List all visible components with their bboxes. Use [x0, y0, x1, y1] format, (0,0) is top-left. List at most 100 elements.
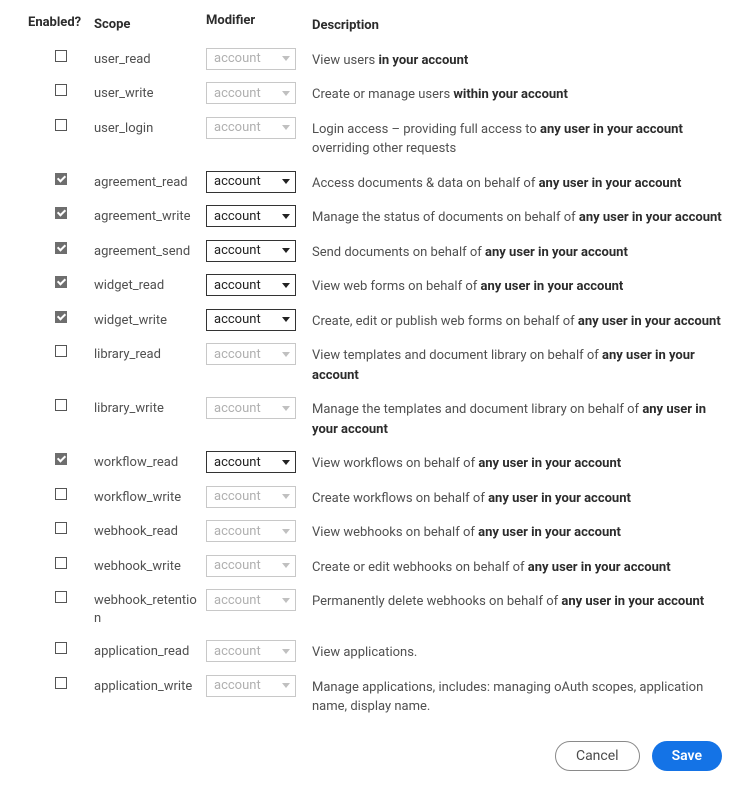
table-row: agreement_readaccountAccess documents & …: [28, 165, 722, 200]
modifier-cell: account: [206, 48, 312, 70]
cancel-button[interactable]: Cancel: [555, 741, 640, 771]
modifier-select: account: [206, 486, 296, 508]
description-text: Manage the status of documents on behalf…: [312, 210, 579, 225]
modifier-select[interactable]: account: [206, 205, 296, 227]
enabled-checkbox[interactable]: [55, 345, 67, 357]
scope-cell: user_write: [94, 82, 206, 103]
table-header-row: Enabled? Scope Modifier Description: [28, 10, 722, 42]
description-bold: any user in your account: [488, 491, 631, 506]
modifier-select: account: [206, 520, 296, 542]
header-description: Description: [312, 13, 722, 36]
scope-cell: user_read: [94, 48, 206, 69]
table-row: workflow_writeaccountCreate workflows on…: [28, 480, 722, 515]
table-row: application_readaccountView applications…: [28, 634, 722, 669]
modifier-select-value: account: [214, 678, 261, 693]
enabled-cell: [28, 555, 94, 569]
enabled-cell: [28, 520, 94, 534]
table-row: library_readaccountView templates and do…: [28, 337, 722, 391]
modifier-select[interactable]: account: [206, 240, 296, 262]
modifier-select[interactable]: account: [206, 274, 296, 296]
enabled-checkbox[interactable]: [55, 242, 67, 254]
modifier-cell: account: [206, 555, 312, 577]
description-text: Send documents on behalf of: [312, 245, 485, 260]
enabled-cell: [28, 240, 94, 254]
modifier-select-value: account: [214, 86, 261, 101]
enabled-cell: [28, 274, 94, 288]
enabled-checkbox[interactable]: [55, 119, 67, 131]
description-text: Create, edit or publish web forms on beh…: [312, 314, 578, 329]
enabled-checkbox[interactable]: [55, 207, 67, 219]
modifier-select[interactable]: account: [206, 451, 296, 473]
chevron-down-icon: [282, 179, 290, 184]
modifier-select[interactable]: account: [206, 309, 296, 331]
description-bold: any user in your account: [528, 560, 671, 575]
enabled-checkbox[interactable]: [55, 557, 67, 569]
enabled-cell: [28, 675, 94, 689]
modifier-select-value: account: [214, 51, 261, 66]
chevron-down-icon: [282, 563, 290, 568]
description-bold: any user in your account: [539, 176, 682, 191]
enabled-checkbox[interactable]: [55, 522, 67, 534]
chevron-down-icon: [282, 56, 290, 61]
chevron-down-icon: [282, 683, 290, 688]
enabled-checkbox[interactable]: [55, 173, 67, 185]
enabled-checkbox[interactable]: [55, 488, 67, 500]
table-row: webhook_readaccountView webhooks on beha…: [28, 514, 722, 549]
modifier-select: account: [206, 343, 296, 365]
table-row: webhook_writeaccountCreate or edit webho…: [28, 549, 722, 584]
enabled-checkbox[interactable]: [55, 642, 67, 654]
scope-cell: agreement_write: [94, 205, 206, 226]
chevron-down-icon: [282, 214, 290, 219]
chevron-down-icon: [282, 494, 290, 499]
modifier-cell: account: [206, 451, 312, 473]
description-text: Access documents & data on behalf of: [312, 176, 539, 191]
enabled-checkbox[interactable]: [55, 591, 67, 603]
modifier-cell: account: [206, 205, 312, 227]
scope-cell: widget_write: [94, 309, 206, 330]
description-bold: any user in your account: [481, 279, 624, 294]
chevron-down-icon: [282, 649, 290, 654]
scope-cell: workflow_read: [94, 451, 206, 472]
save-button[interactable]: Save: [652, 741, 722, 771]
description-text: Create or manage users: [312, 87, 453, 102]
enabled-checkbox[interactable]: [55, 677, 67, 689]
enabled-checkbox[interactable]: [55, 50, 67, 62]
enabled-cell: [28, 171, 94, 185]
enabled-checkbox[interactable]: [55, 276, 67, 288]
chevron-down-icon: [282, 317, 290, 322]
scope-cell: user_login: [94, 117, 206, 138]
modifier-select-value: account: [214, 312, 261, 327]
enabled-checkbox[interactable]: [55, 311, 67, 323]
enabled-checkbox[interactable]: [55, 84, 67, 96]
description-bold: any user in your account: [561, 594, 704, 609]
table-row: user_readaccountView users in your accou…: [28, 42, 722, 77]
enabled-cell: [28, 451, 94, 465]
table-row: library_writeaccountManage the templates…: [28, 391, 722, 445]
description-bold: within your account: [453, 87, 568, 102]
chevron-down-icon: [282, 406, 290, 411]
modifier-cell: account: [206, 274, 312, 296]
description-text: View applications.: [312, 645, 417, 660]
modifier-select: account: [206, 640, 296, 662]
dialog-footer: Cancel Save: [28, 741, 722, 771]
header-enabled: Enabled?: [28, 13, 94, 30]
modifier-select: account: [206, 48, 296, 70]
enabled-checkbox[interactable]: [55, 399, 67, 411]
modifier-select-value: account: [214, 209, 261, 224]
description-text: View webhooks on behalf of: [312, 525, 478, 540]
description-cell: Create or manage users within your accou…: [312, 82, 722, 105]
chevron-down-icon: [282, 91, 290, 96]
description-bold: in your account: [378, 53, 468, 68]
modifier-cell: account: [206, 589, 312, 611]
enabled-cell: [28, 82, 94, 96]
modifier-cell: account: [206, 520, 312, 542]
modifier-select[interactable]: account: [206, 171, 296, 193]
table-row: widget_readaccountView web forms on beha…: [28, 268, 722, 303]
scope-cell: agreement_send: [94, 240, 206, 261]
modifier-cell: account: [206, 171, 312, 193]
table-row: user_write account Create or manage users …: [28, 76, 722, 111]
enabled-checkbox[interactable]: [55, 453, 67, 465]
enabled-cell: [28, 48, 94, 62]
description-text: Create workflows on behalf of: [312, 491, 488, 506]
scope-cell: webhook_retention: [94, 589, 206, 628]
